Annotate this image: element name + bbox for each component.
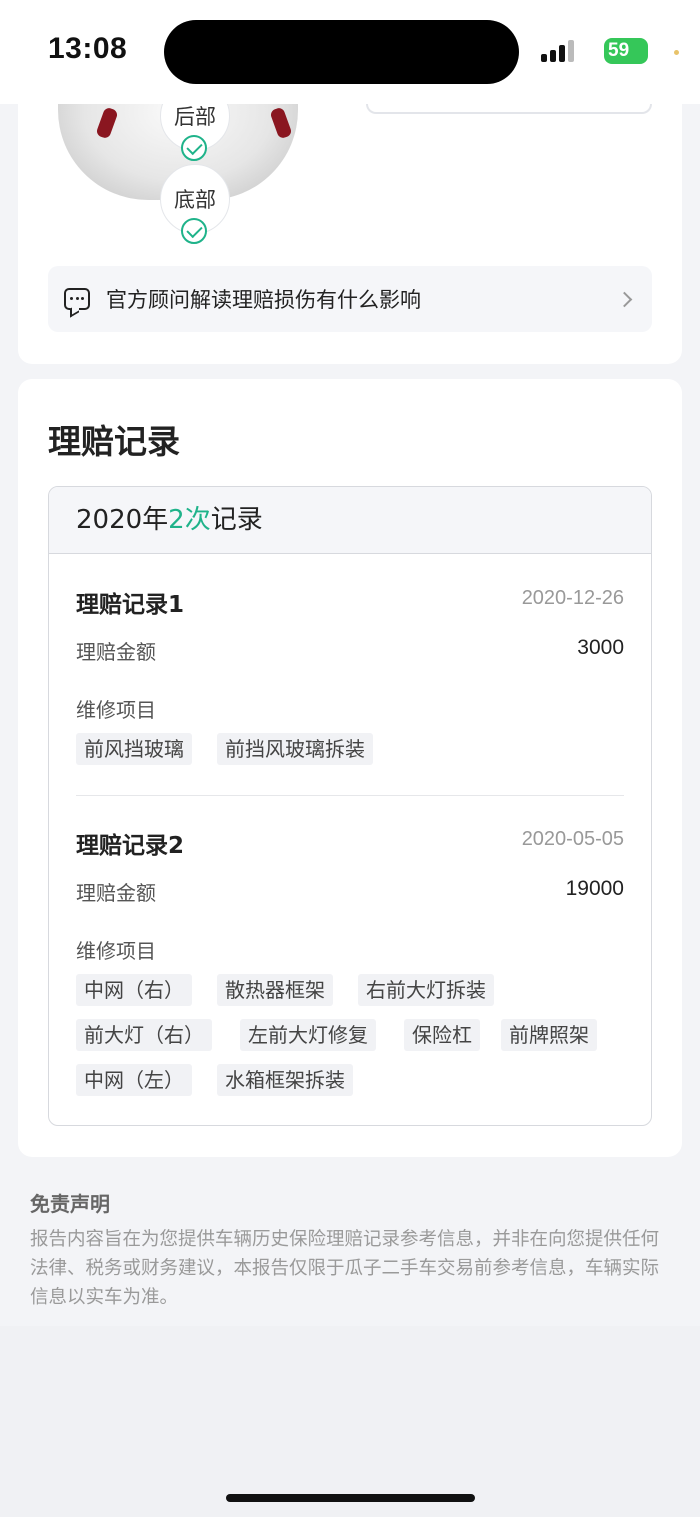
amount-label: 理赔金额 — [76, 881, 156, 905]
battery-icon: 59 — [604, 38, 648, 64]
records-box: 2020年2次记录 理赔记录1 2020-12-26 理赔金额 3000 维修项… — [48, 486, 652, 1126]
repair-items-label: 维修项目 — [76, 698, 156, 722]
record-divider — [76, 795, 624, 796]
amount-label: 理赔金额 — [76, 640, 156, 664]
home-indicator[interactable] — [226, 1494, 475, 1502]
damage-card: 后部 底部 官方顾问解读理赔损伤有什么影响 — [18, 60, 682, 364]
claims-card: 理赔记录 2020年2次记录 理赔记录1 2020-12-26 理赔金额 300… — [18, 379, 682, 1157]
record-title: 理赔记录1 — [76, 592, 185, 618]
repair-tag: 前大灯（右） — [76, 1019, 212, 1051]
repair-tag: 散热器框架 — [217, 974, 333, 1006]
amount-value: 3000 — [577, 636, 624, 659]
repair-tag: 前挡风玻璃拆装 — [217, 733, 373, 765]
privacy-indicator-icon — [674, 50, 679, 55]
repair-tag: 水箱框架拆装 — [217, 1064, 353, 1096]
part-label: 后部 — [174, 105, 216, 129]
check-circle-icon — [181, 218, 207, 244]
summary-count: 2次 — [168, 505, 211, 535]
disclaimer-title: 免责声明 — [30, 1192, 110, 1216]
repair-tag: 前风挡玻璃 — [76, 733, 192, 765]
signal-icon — [541, 40, 577, 62]
summary-suffix: 记录 — [210, 505, 263, 535]
battery-level: 59 — [608, 40, 630, 61]
status-bar: 13:08 59 — [0, 0, 700, 104]
check-circle-icon — [181, 135, 207, 161]
chevron-right-icon — [616, 291, 633, 307]
section-title: 理赔记录 — [48, 422, 180, 461]
repair-tag: 中网（左） — [76, 1064, 192, 1096]
repair-tag: 前牌照架 — [501, 1019, 597, 1051]
disclaimer: 免责声明 报告内容旨在为您提供车辆历史保险理赔记录参考信息，并非在向您提供任何法… — [30, 1188, 670, 1312]
disclaimer-text: 报告内容旨在为您提供车辆历史保险理赔记录参考信息，并非在向您提供任何法律、税务或… — [30, 1229, 660, 1308]
part-label: 底部 — [174, 188, 216, 212]
record-title: 理赔记录2 — [76, 833, 185, 859]
amount-value: 19000 — [565, 877, 624, 900]
repair-tag: 中网（右） — [76, 974, 192, 1006]
chat-icon — [64, 288, 90, 310]
summary-year: 2020年 — [76, 505, 169, 535]
record-date: 2020-12-26 — [521, 587, 624, 609]
advisor-link-label: 官方顾问解读理赔损伤有什么影响 — [106, 288, 421, 312]
repair-tag: 右前大灯拆装 — [358, 974, 494, 1006]
record-date: 2020-05-05 — [521, 828, 624, 850]
advisor-link[interactable]: 官方顾问解读理赔损伤有什么影响 — [48, 266, 652, 332]
repair-tag: 左前大灯修复 — [240, 1019, 376, 1051]
repair-items-label: 维修项目 — [76, 939, 156, 963]
repair-tag: 保险杠 — [404, 1019, 480, 1051]
page-bottom-area — [0, 1326, 700, 1517]
records-summary: 2020年2次记录 — [49, 487, 651, 554]
dynamic-island — [164, 20, 519, 84]
status-time: 13:08 — [48, 32, 128, 65]
